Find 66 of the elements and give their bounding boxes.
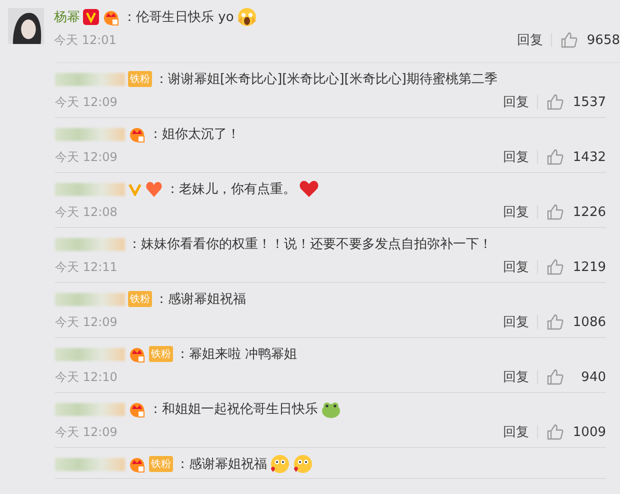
- reply-text: ：感谢幂姐祝福: [155, 291, 246, 308]
- reply-time: 今天 12:10: [55, 368, 118, 386]
- reply-text: ：姐你太沉了！: [149, 126, 240, 143]
- like-count: 1432: [572, 150, 606, 164]
- reply-link[interactable]: 回复: [503, 313, 529, 331]
- reply-text: ：感谢幂姐祝福: [176, 456, 267, 473]
- thumbs-up-icon[interactable]: [546, 313, 564, 331]
- blurred-name: [55, 238, 125, 250]
- like-count: 1086: [572, 314, 606, 330]
- thumbs-up-icon[interactable]: [546, 423, 564, 441]
- comment-text: ：伦哥生日快乐 yo: [123, 9, 234, 26]
- thumbs-up-icon[interactable]: [546, 203, 564, 221]
- crown-icon: [128, 455, 146, 473]
- reply-text: ：谢谢幂姐[米奇比心][米奇比心][米奇比心]期待蜜桃第二季: [155, 71, 498, 88]
- reply-link[interactable]: 回复: [503, 423, 529, 441]
- fan-badge: 铁粉: [149, 456, 173, 472]
- reply-link[interactable]: 回复: [503, 148, 529, 166]
- like-count: 1009: [572, 424, 606, 440]
- reply-time: 今天 12:09: [55, 148, 118, 166]
- reply-text: ：和姐姐一起祝伦哥生日快乐: [149, 401, 318, 418]
- like-count: 1226: [572, 204, 606, 220]
- fan-badge: 铁粉: [128, 291, 152, 307]
- blurred-name: [55, 458, 125, 470]
- reply-time: 今天 12:09: [55, 94, 118, 110]
- blurred-name: [55, 292, 125, 306]
- thumbs-up-icon[interactable]: [546, 368, 564, 386]
- blush-emoji-icon: [293, 454, 313, 474]
- thumbs-up-icon[interactable]: [546, 258, 564, 276]
- blurred-name: [55, 348, 125, 360]
- reply-text: ：老妹儿，你有点重。: [166, 181, 296, 198]
- reply-link[interactable]: 回复: [503, 258, 529, 276]
- reply-text: ：妹妹你看看你的权重！！说！还要不要多发点自拍弥补一下！: [128, 236, 492, 253]
- reply-link[interactable]: 回复: [503, 368, 529, 386]
- reply-text: ：幂姐来啦 冲鸭幂姐: [176, 346, 298, 363]
- like-count: 1537: [572, 94, 606, 110]
- reply-link[interactable]: 回复: [503, 93, 529, 111]
- reply-time: 今天 12:08: [55, 204, 118, 220]
- heart-icon: [299, 179, 319, 199]
- crown-icon: [128, 125, 146, 143]
- crown-icon: [128, 400, 146, 418]
- reply-time: 今天 12:09: [55, 424, 118, 440]
- thumbs-up-icon[interactable]: [560, 31, 578, 49]
- blush-emoji-icon: [270, 454, 290, 474]
- like-count: 1219: [572, 260, 606, 274]
- heart-badge-icon: [145, 180, 163, 198]
- thumbs-up-icon[interactable]: [546, 148, 564, 166]
- blurred-name: [55, 402, 125, 416]
- comment-time: 今天 12:01: [54, 32, 116, 48]
- blurred-name: [55, 72, 125, 86]
- reply-link[interactable]: 回复: [517, 31, 543, 49]
- reply-time: 今天 12:09: [55, 314, 118, 330]
- blurred-name: [55, 182, 125, 196]
- avatar-icon[interactable]: [8, 6, 44, 46]
- verified-icon: [83, 9, 99, 25]
- blurred-name: [55, 128, 125, 140]
- crown-icon: [128, 345, 146, 363]
- fan-badge: 铁粉: [128, 71, 152, 87]
- reply-link[interactable]: 回复: [503, 203, 529, 221]
- like-count: 940: [580, 370, 606, 384]
- like-count: 9658: [586, 32, 620, 48]
- reply-time: 今天 12:11: [55, 258, 118, 276]
- verified-icon: [128, 182, 142, 196]
- thumbs-up-icon[interactable]: [546, 93, 564, 111]
- crown-icon: [102, 8, 120, 26]
- scream-emoji-icon: [236, 7, 257, 27]
- fan-badge: 铁粉: [149, 346, 173, 362]
